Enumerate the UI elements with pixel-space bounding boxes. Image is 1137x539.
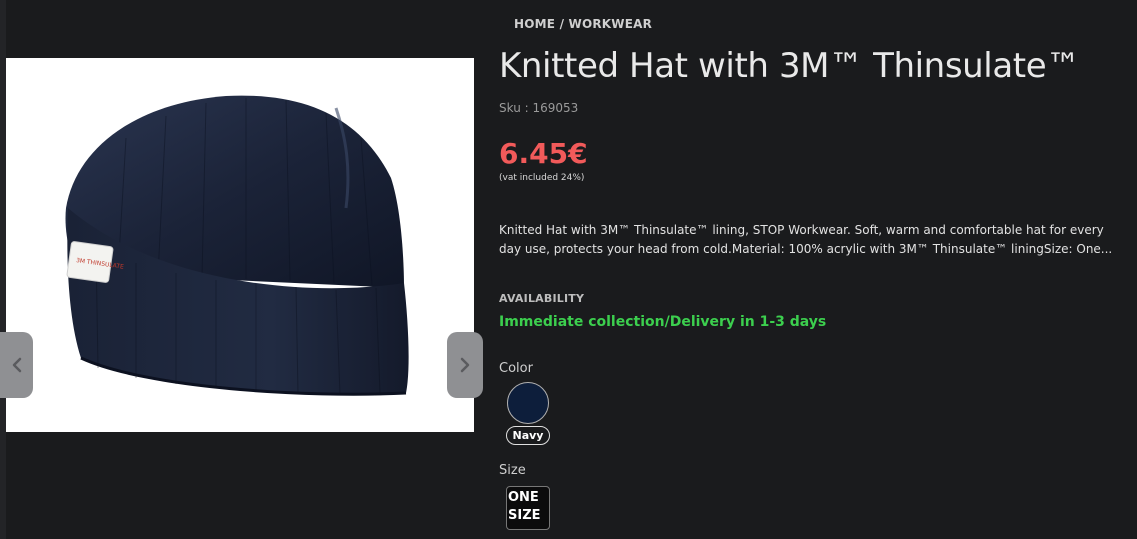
breadcrumb-separator: / xyxy=(555,17,569,31)
product-description: Knitted Hat with 3M™ Thinsulate™ lining,… xyxy=(499,223,1113,256)
gallery-next-button[interactable] xyxy=(447,332,483,398)
vat-note: (vat included 24%) xyxy=(499,173,585,183)
breadcrumb-category-link[interactable]: WORKWEAR xyxy=(569,17,653,31)
product-image: 3M THINSULATE xyxy=(65,95,409,396)
breadcrumb: HOME / WORKWEAR xyxy=(514,17,652,31)
size-option-line1: ONE xyxy=(508,490,539,505)
color-label: Color xyxy=(499,361,533,376)
product-price: 6.45€ xyxy=(499,137,588,170)
product-title: Knitted Hat with 3M™ Thinsulate™ xyxy=(499,46,1080,86)
gallery-prev-button[interactable] xyxy=(0,332,33,398)
color-swatch-navy[interactable] xyxy=(507,382,549,424)
chevron-right-icon xyxy=(459,357,471,373)
breadcrumb-home-link[interactable]: HOME xyxy=(514,17,555,31)
size-option-line2: SIZE xyxy=(508,508,541,523)
size-option-one-size[interactable]: ONE SIZE xyxy=(506,486,550,530)
availability-status: Immediate collection/Delivery in 1-3 day… xyxy=(499,314,827,330)
color-name-badge[interactable]: Navy xyxy=(506,426,550,445)
product-sku: Sku : 169053 xyxy=(499,101,579,115)
size-label: Size xyxy=(499,463,526,478)
availability-label: AVAILABILITY xyxy=(499,292,585,305)
product-image-gallery[interactable]: 3M THINSULATE xyxy=(6,58,474,432)
chevron-left-icon xyxy=(11,357,23,373)
